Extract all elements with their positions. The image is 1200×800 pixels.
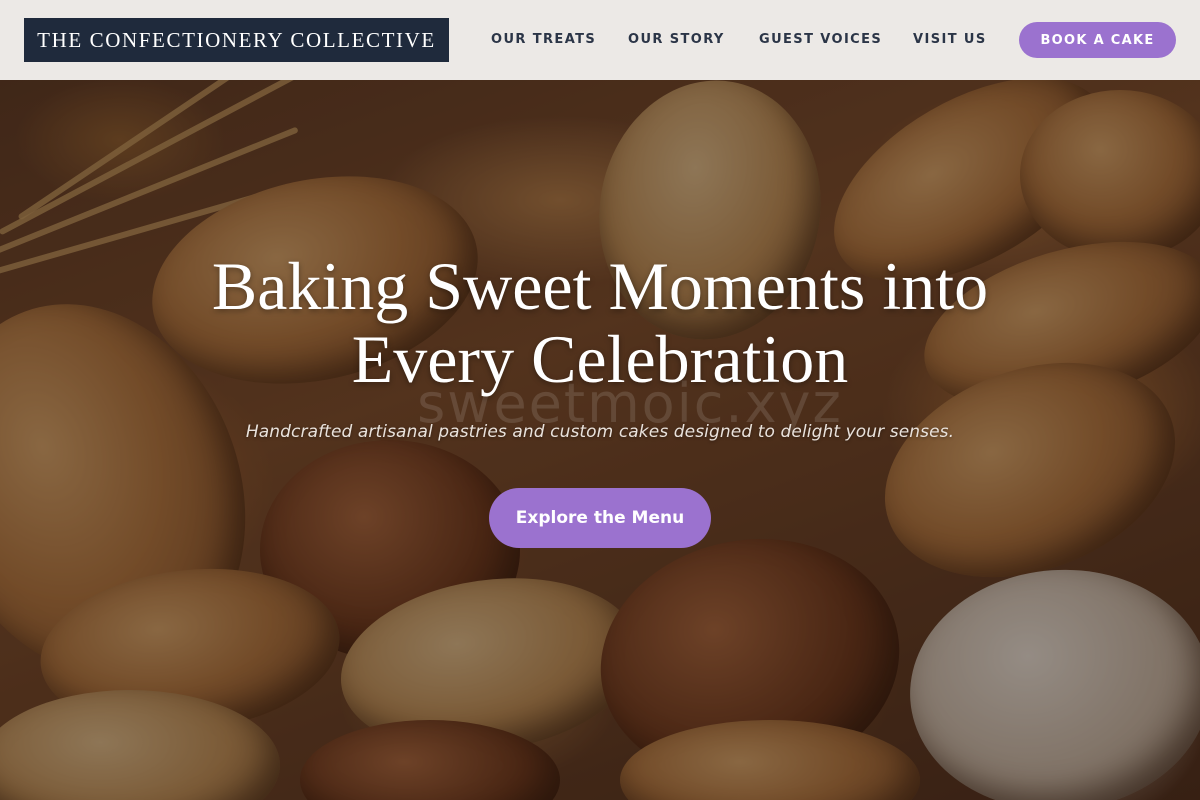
nav-guest-voices[interactable]: GUEST VOICES <box>759 30 882 50</box>
hero-title-line-2: Every Celebration <box>351 321 849 397</box>
nav-our-treats[interactable]: OUR TREATS <box>491 30 596 50</box>
hero-title: Baking Sweet Moments into Every Celebrat… <box>100 250 1100 396</box>
nav-visit-us[interactable]: VISIT US <box>913 30 987 50</box>
hero-title-line-1: Baking Sweet Moments into <box>211 248 989 324</box>
site-header: THE CONFECTIONERY COLLECTIVE OUR TREATS … <box>0 0 1200 80</box>
book-a-cake-button[interactable]: BOOK A CAKE <box>1019 22 1176 58</box>
explore-menu-button[interactable]: Explore the Menu <box>489 488 711 548</box>
nav-our-story[interactable]: OUR STORY <box>628 30 725 50</box>
brand-logo[interactable]: THE CONFECTIONERY COLLECTIVE <box>24 18 449 62</box>
hero-subtitle: Handcrafted artisanal pastries and custo… <box>245 422 955 442</box>
hero-section: sweetmoic.xyz Baking Sweet Moments into … <box>0 80 1200 800</box>
